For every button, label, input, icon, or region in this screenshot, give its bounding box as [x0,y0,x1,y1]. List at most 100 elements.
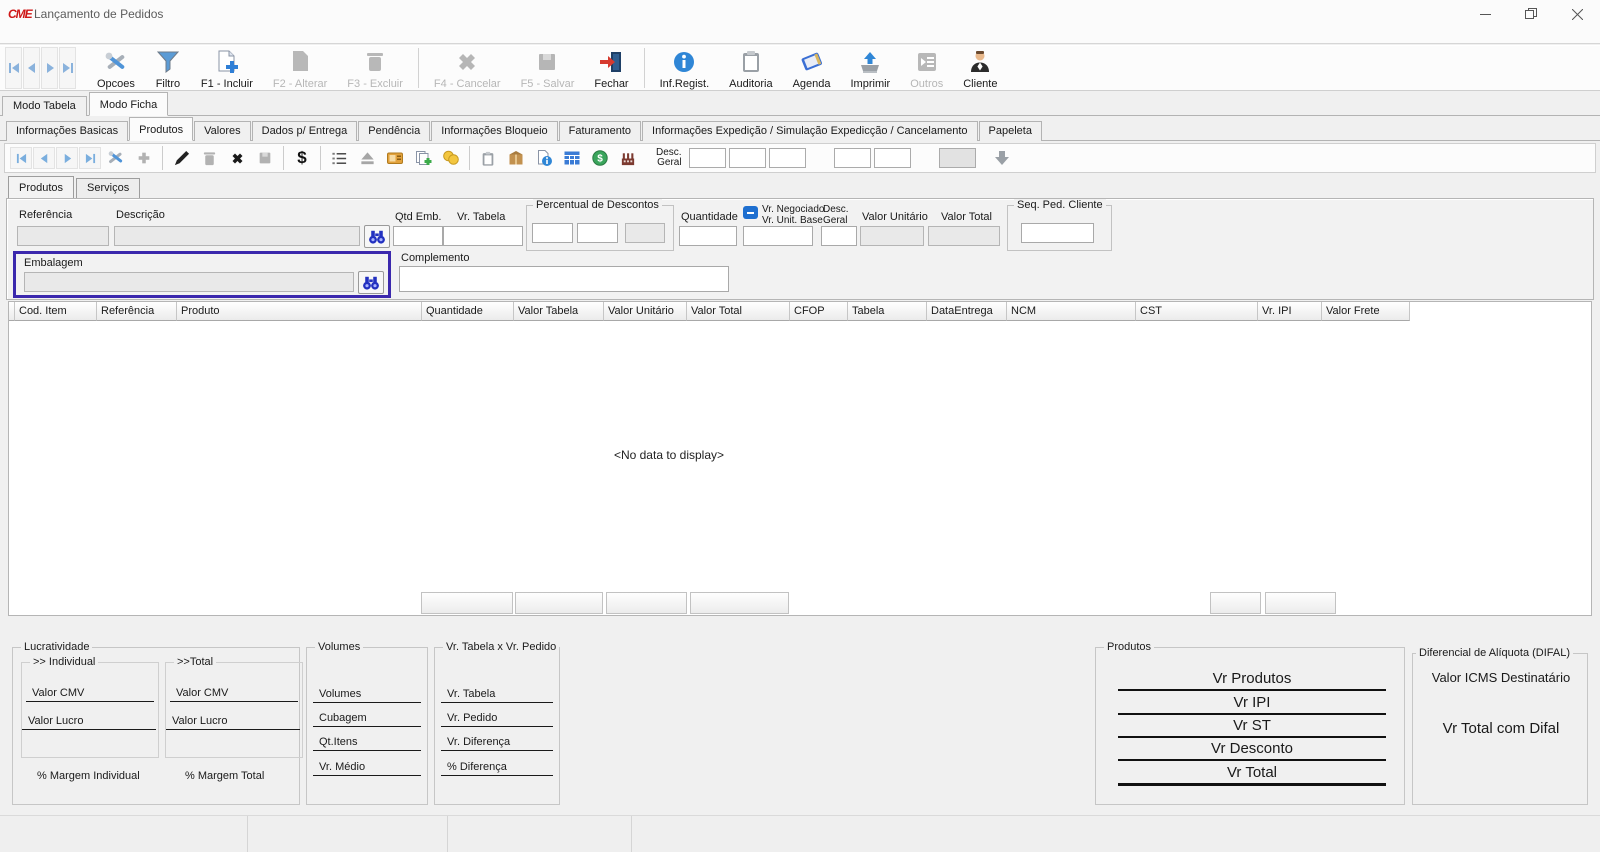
tab-expedicao[interactable]: Informações Expedição / Simulação Expedi… [642,121,978,141]
tab-modo-tabela[interactable]: Modo Tabela [2,96,87,116]
tab-modo-ficha[interactable]: Modo Ficha [89,92,168,116]
factory-icon[interactable] [614,146,642,170]
column-header[interactable]: Valor Total [687,302,790,321]
status-segment-2 [248,816,448,852]
delete-button[interactable]: F3 - Excluir [337,46,413,90]
column-header[interactable]: Valor Tabela [514,302,604,321]
options-button[interactable]: Opcoes [87,46,145,90]
column-header[interactable]: DataEntrega [927,302,1007,321]
last-record-button[interactable] [59,47,76,89]
search-product-button[interactable] [364,225,390,248]
audit-button[interactable]: Auditoria [719,46,782,90]
desc-geral-field-total [939,148,976,168]
vr-diferenca-row: Vr. Diferença [441,736,553,751]
client-button[interactable]: Cliente [953,46,1007,90]
first-record-button[interactable] [5,47,22,89]
trash-icon[interactable] [195,146,223,170]
desc-geral-field-2[interactable] [729,148,766,168]
desc-geral-field[interactable] [821,226,857,246]
desconto1-field[interactable] [532,223,573,243]
next-item-button[interactable] [56,147,78,169]
apply-discount-button[interactable] [990,146,1014,170]
document-info-icon[interactable] [530,146,558,170]
green-coin-icon[interactable]: $ [586,146,614,170]
table-grid-icon[interactable] [558,146,586,170]
eject-up-icon[interactable] [353,146,381,170]
vr-desconto-row: Vr Desconto [1118,740,1386,761]
tab-faturamento[interactable]: Faturamento [559,121,641,141]
tab-servicos-sub[interactable]: Serviços [76,178,140,199]
qtd-emb-field[interactable] [393,226,443,246]
tab-valores[interactable]: Valores [194,121,250,141]
app-logo: CME [8,7,32,21]
copy-add-icon[interactable] [409,146,437,170]
column-header[interactable]: CST [1136,302,1258,321]
quantidade-field[interactable] [679,226,737,246]
vr-tabela-field[interactable] [443,226,523,246]
agenda-button[interactable]: Agenda [783,46,841,90]
pencil-icon[interactable] [167,146,195,170]
desc-geral-field-5[interactable] [874,148,911,168]
individual-title: >> Individual [30,656,98,668]
clipboard-icon[interactable] [474,146,502,170]
desconto2-field[interactable] [577,223,618,243]
minus-toggle-button[interactable] [743,206,758,219]
footer-sum-quantidade [421,592,513,614]
first-item-button[interactable] [10,147,32,169]
exit-button[interactable]: Fechar [584,46,638,90]
search-embalagem-button[interactable] [358,271,384,294]
insert-button[interactable]: F1 - Incluir [191,46,263,90]
last-item-button[interactable] [79,147,101,169]
save-small-icon[interactable] [251,146,279,170]
tab-dados-entrega[interactable]: Dados p/ Entrega [252,121,358,141]
tab-produtos-sub[interactable]: Produtos [8,176,74,199]
app-window: CME Lançamento de Pedidos [0,0,1600,852]
desc-geral-field-3[interactable] [769,148,806,168]
column-header[interactable]: Cod. Item [15,302,97,321]
prior-record-button[interactable] [23,47,40,89]
desc-geral-field-1[interactable] [689,148,726,168]
prior-item-button[interactable] [33,147,55,169]
binoculars-icon [361,275,381,291]
register-info-button[interactable]: Inf.Regist. [650,46,720,90]
tools-icon[interactable] [102,146,130,170]
column-header[interactable]: Valor Frete [1322,302,1410,321]
column-header[interactable]: Produto [177,302,422,321]
title-bar: CME Lançamento de Pedidos [0,0,1600,28]
column-header[interactable]: NCM [1007,302,1136,321]
restore-button[interactable] [1508,0,1554,28]
tab-papeleta[interactable]: Papeleta [979,121,1042,141]
tab-pendencia[interactable]: Pendência [358,121,430,141]
package-box-icon[interactable] [502,146,530,170]
close-x-icon[interactable] [223,146,251,170]
vr-negociado-field[interactable] [743,226,813,246]
edit-button[interactable]: F2 - Alterar [263,46,337,90]
close-button[interactable] [1554,0,1600,28]
desc-geral-field-4[interactable] [834,148,871,168]
column-header[interactable]: Vr. IPI [1258,302,1322,321]
vr-total-com-difal-label: Vr Total com Difal [1413,720,1589,737]
price-dollar-icon[interactable]: $ [288,148,316,168]
print-button[interactable]: Imprimir [841,46,901,90]
complemento-field[interactable] [399,266,729,292]
seq-ped-cliente-field[interactable] [1021,223,1094,243]
numbered-list-icon[interactable] [325,146,353,170]
column-header[interactable]: CFOP [790,302,848,321]
tab-produtos[interactable]: Produtos [129,117,193,141]
tab-informacoes-basicas[interactable]: Informações Basicas [6,121,128,141]
coins-icon[interactable] [437,146,465,170]
column-header[interactable]: Valor Unitário [604,302,687,321]
cancel-button[interactable]: F4 - Cancelar [424,46,511,90]
next-record-button[interactable] [41,47,58,89]
save-button[interactable]: F5 - Salvar [511,46,585,90]
others-button[interactable]: Outros [900,46,953,90]
badge-card-icon[interactable] [381,146,409,170]
column-header[interactable]: Tabela [848,302,927,321]
add-icon[interactable] [130,146,158,170]
filter-button[interactable]: Filtro [145,46,191,90]
minimize-button[interactable] [1462,0,1508,28]
column-header[interactable]: Referência [97,302,177,321]
status-segment-1 [0,816,248,852]
column-header[interactable]: Quantidade [422,302,514,321]
tab-informacoes-bloqueio[interactable]: Informações Bloqueio [431,121,557,141]
